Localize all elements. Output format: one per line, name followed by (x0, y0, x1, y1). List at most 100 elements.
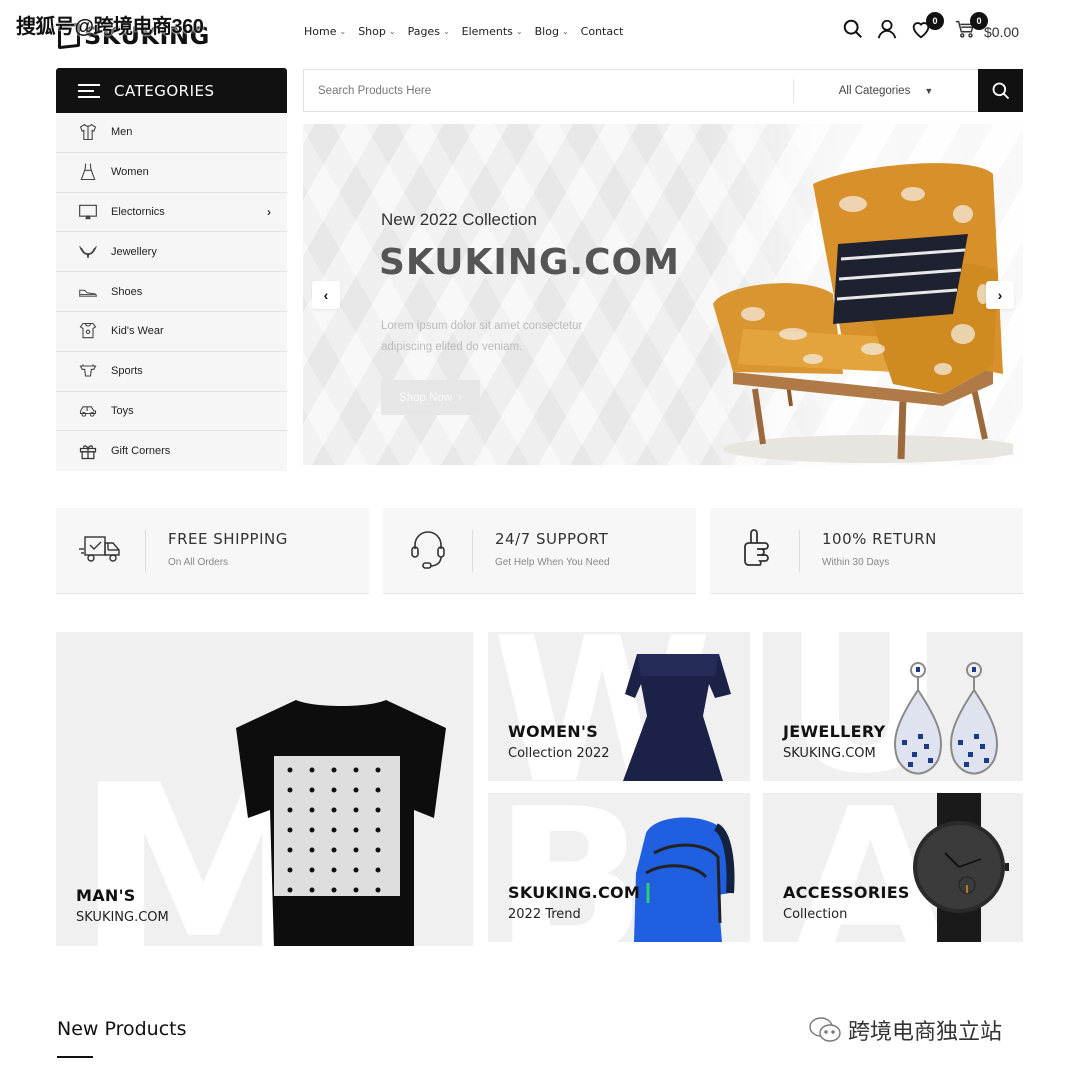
category-label: Jewellery (111, 245, 157, 258)
shoe-icon (78, 282, 98, 302)
hero-title: SKUKING.COM (379, 242, 680, 283)
feature-divider (799, 530, 800, 572)
shop-now-button[interactable]: Shop Now › (381, 380, 480, 415)
chevron-right-icon: › (267, 204, 271, 219)
tshirt-dot (353, 867, 359, 873)
armchair-image (713, 163, 1013, 463)
tshirt-dot (331, 827, 337, 833)
banner-subtitle: Collection (783, 907, 848, 922)
category-kids-wear[interactable]: Kid's Wear (56, 312, 287, 352)
cart-button[interactable]: 0 (954, 12, 988, 40)
banner-bags[interactable]: B SKUKING.COM 2022 Trend (488, 793, 750, 942)
user-icon[interactable] (876, 18, 898, 40)
source-watermark: 搜狐号@跨境电商360 (16, 16, 204, 38)
chevron-down-icon: ⌄ (388, 27, 396, 36)
category-label: Sports (111, 365, 143, 378)
nav-pages[interactable]: Pages ⌄ (408, 25, 450, 38)
banner-subtitle: 2022 Trend (508, 907, 581, 922)
slider-next-button[interactable]: › (986, 281, 1014, 309)
chevron-right-icon: › (997, 287, 1003, 303)
necklace-icon (78, 242, 98, 262)
banner-women[interactable]: W WOMEN'S Collection 2022 (488, 632, 750, 781)
nav-label: Blog (534, 25, 559, 38)
category-gift-corners[interactable]: Gift Corners (56, 431, 287, 471)
feature-free-shipping: FREE SHIPPING On All Orders (56, 508, 369, 594)
category-sports[interactable]: Sports (56, 352, 287, 392)
nav-label: Contact (580, 25, 624, 38)
category-shoes[interactable]: Shoes (56, 272, 287, 312)
nav-blog[interactable]: Blog ⌄ (535, 25, 569, 38)
chevron-down-icon: ⌄ (561, 27, 569, 36)
banner-accessories[interactable]: A ACCESSORIES Collection (763, 793, 1023, 942)
banner-title: JEWELLERY (783, 722, 886, 741)
nav-label: Shop (358, 25, 386, 38)
tshirt-dot (331, 767, 337, 773)
slider-prev-button[interactable]: ‹ (312, 281, 340, 309)
nav-shop[interactable]: Shop ⌄ (358, 25, 395, 38)
category-select[interactable]: All Categories ▼ (794, 85, 978, 97)
category-toys[interactable]: Toys (56, 392, 287, 432)
nav-elements[interactable]: Elements ⌄ (462, 25, 523, 38)
tshirt-dot (353, 787, 359, 793)
category-women[interactable]: Women (56, 153, 287, 193)
feature-title: 100% RETURN (822, 530, 937, 548)
search-icon (992, 82, 1009, 99)
tshirt-dot (353, 767, 359, 773)
banner-title: MAN'S (76, 886, 136, 905)
category-select-value: All Categories (838, 84, 911, 97)
categories-toggle[interactable]: CATEGORIES (56, 68, 287, 113)
banner-men[interactable]: M MAN'S SKUKING.COM (56, 632, 473, 946)
wishlist-button[interactable]: 0 (910, 12, 944, 40)
tshirt-dot (331, 807, 337, 813)
nav-contact[interactable]: Contact (581, 25, 624, 38)
main-nav: Home ⌄ Shop ⌄ Pages ⌄ Elements ⌄ Blog ⌄ Conta… (304, 25, 623, 38)
watch-image (913, 793, 1009, 942)
banner-jewellery[interactable]: U JEWELLERY SKUKING.COM (763, 632, 1023, 781)
cart-total[interactable]: $0.00 (984, 24, 1019, 40)
tshirt-dot (375, 847, 381, 853)
feature-divider (145, 530, 146, 572)
hamburger-menu-icon (78, 83, 100, 98)
category-jewellery[interactable]: Jewellery (56, 232, 287, 273)
feature-subtitle: Within 30 Days (822, 557, 890, 568)
tshirt-dot (375, 787, 381, 793)
search-icon[interactable] (842, 18, 864, 40)
chevron-down-icon: ⌄ (339, 27, 347, 36)
hero-subtitle: New 2022 Collection (381, 210, 537, 229)
category-label: Men (111, 126, 133, 139)
category-label: Gift Corners (111, 445, 171, 458)
banner-title: ACCESSORIES (783, 883, 910, 902)
tshirt-dot (287, 827, 293, 833)
caret-down-icon: ▼ (924, 85, 934, 96)
monitor-icon (78, 202, 98, 222)
feature-support: 24/7 SUPPORT Get Help When You Need (383, 508, 696, 594)
tshirt-dot (353, 847, 359, 853)
tshirt-dot (331, 847, 337, 853)
tshirt-dot (353, 807, 359, 813)
truck-icon (78, 526, 124, 572)
tshirt-image (236, 700, 446, 946)
search-input[interactable] (304, 70, 793, 111)
header-actions: 0 0 $0.00 (842, 12, 1019, 40)
search-button[interactable] (978, 69, 1023, 112)
feature-strip: FREE SHIPPING On All Orders 24/7 SUPPORT… (56, 508, 1023, 594)
category-men[interactable]: Men (56, 113, 287, 153)
tshirt-dot (287, 887, 293, 893)
feature-title: FREE SHIPPING (168, 530, 288, 548)
chevron-right-icon: › (458, 391, 462, 404)
category-label: Women (111, 166, 149, 179)
category-electronics[interactable]: Electornics › (56, 193, 287, 233)
tshirt-dot (375, 887, 381, 893)
search-bar: All Categories ▼ (303, 69, 1023, 112)
backpack-image (634, 817, 735, 942)
shirt-icon (78, 122, 98, 142)
category-label: Kid's Wear (111, 325, 164, 338)
toy-car-icon (78, 401, 98, 421)
nav-home[interactable]: Home ⌄ (304, 25, 346, 38)
tshirt-dot (309, 767, 315, 773)
baby-clothes-icon (78, 321, 98, 341)
banner-subtitle: SKUKING.COM (76, 910, 169, 925)
feature-title: 24/7 SUPPORT (495, 530, 609, 548)
nav-label: Pages (407, 25, 440, 38)
tshirt-dot (287, 867, 293, 873)
